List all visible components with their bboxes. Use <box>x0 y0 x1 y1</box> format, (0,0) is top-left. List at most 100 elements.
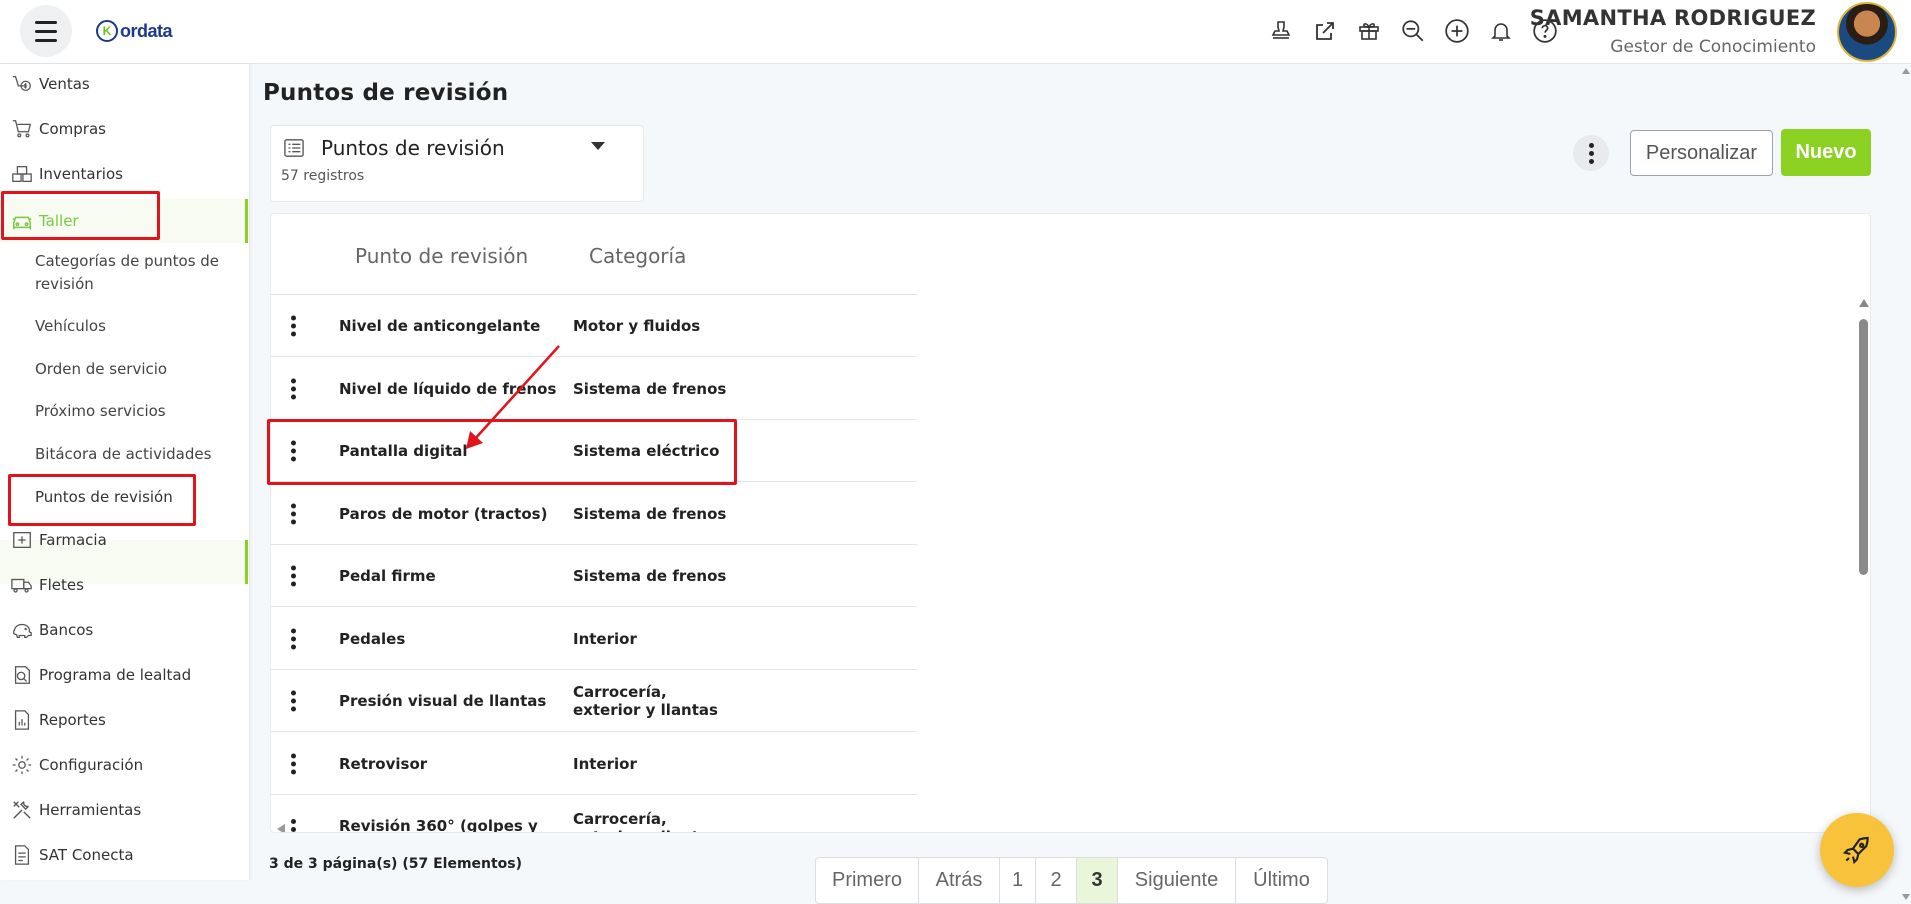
page-scroll-up-icon[interactable] <box>1902 68 1910 74</box>
page-1-button[interactable]: 1 <box>1000 858 1036 903</box>
view-selector[interactable]: Puntos de revisión 57 registros <box>270 125 644 202</box>
page-scrollbar[interactable] <box>1900 64 1911 904</box>
sidebar-subitem-categorias[interactable]: Categorías de puntos de revisión <box>35 250 235 296</box>
sidebar-subitem-proximo-servicios[interactable]: Próximo servicios <box>35 400 235 423</box>
user-name[interactable]: SAMANTHA RODRIGUEZ <box>1530 6 1816 30</box>
cell-categoria: Sistema de frenos <box>573 379 727 398</box>
column-header-punto[interactable]: Punto de revisión <box>355 244 528 268</box>
sidebar-subitem-puntos-revision[interactable]: Puntos de revisión <box>35 486 235 509</box>
cell-categoria: Interior <box>573 629 637 648</box>
page-next-button[interactable]: Siguiente <box>1118 858 1236 903</box>
sidebar-item-ventas[interactable]: Ventas <box>0 64 248 104</box>
cell-categoria: Carrocería, exterior y llantas <box>573 810 718 832</box>
pharmacy-icon <box>9 527 35 553</box>
cell-categoria: Sistema de frenos <box>573 504 727 523</box>
row-menu-icon[interactable] <box>291 378 296 399</box>
gear-icon <box>9 752 35 778</box>
hamburger-menu-button[interactable] <box>20 5 72 57</box>
page-first-button[interactable]: Primero <box>816 858 919 903</box>
table-row[interactable]: Pedales Interior <box>271 608 917 670</box>
sidebar-item-label: SAT Conecta <box>39 846 134 864</box>
sidebar-item-reportes[interactable]: Reportes <box>0 700 248 740</box>
table-row[interactable]: Pedal firme Sistema de frenos <box>271 545 917 607</box>
app-logo[interactable]: K ordata <box>96 20 173 42</box>
cell-punto: Pedal firme <box>339 566 436 585</box>
scroll-left-icon[interactable] <box>277 824 285 832</box>
cell-punto: Nivel de líquido de frenos <box>339 379 557 398</box>
search-zoom-icon[interactable] <box>1398 16 1428 46</box>
cart-icon <box>9 116 35 142</box>
row-menu-icon[interactable] <box>291 565 296 586</box>
sidebar-item-bancos[interactable]: Bancos <box>0 610 248 650</box>
sidebar-subitem-orden-servicio[interactable]: Orden de servicio <box>35 358 235 381</box>
column-header-categoria[interactable]: Categoría <box>589 244 686 268</box>
cell-punto: Nivel de anticongelante <box>339 316 541 335</box>
sidebar-item-inventarios[interactable]: Inventarios <box>0 154 248 194</box>
sidebar-subitem-vehiculos[interactable]: Vehículos <box>35 315 235 338</box>
page-last-button[interactable]: Último <box>1236 858 1327 903</box>
new-button[interactable]: Nuevo <box>1781 129 1871 176</box>
sidebar-item-label: Configuración <box>39 756 144 774</box>
customize-button[interactable]: Personalizar <box>1630 130 1773 176</box>
sidebar-item-lealtad[interactable]: Programa de lealtad <box>0 655 248 695</box>
sidebar-item-herramientas[interactable]: Herramientas <box>0 790 248 830</box>
cell-punto: Pantalla digital <box>339 441 468 460</box>
header-actions <box>1266 16 1560 46</box>
rocket-icon <box>1842 836 1869 865</box>
table-row[interactable]: Nivel de líquido de frenos Sistema de fr… <box>271 358 917 420</box>
stamp-icon[interactable] <box>1266 16 1296 46</box>
cell-punto: Paros de motor (tractos) <box>339 504 548 523</box>
sidebar-subitem-bitacora[interactable]: Bitácora de actividades <box>35 443 235 466</box>
page-scroll-down-icon[interactable] <box>1902 894 1910 900</box>
page-2-button[interactable]: 2 <box>1036 858 1077 903</box>
rocket-help-button[interactable] <box>1820 813 1894 887</box>
list-icon <box>283 138 305 162</box>
scroll-up-icon[interactable] <box>1859 299 1869 307</box>
row-menu-icon[interactable] <box>291 819 296 832</box>
sidebar-item-fletes[interactable]: Fletes <box>0 565 248 605</box>
pagination: Primero Atrás 1 2 3 Siguiente Último <box>815 857 1328 904</box>
page-title: Puntos de revisión <box>263 80 509 106</box>
page-prev-button[interactable]: Atrás <box>919 858 1000 903</box>
external-link-icon[interactable] <box>1310 16 1340 46</box>
truck-icon <box>9 572 35 598</box>
sidebar-item-label: Reportes <box>39 711 106 729</box>
car-icon <box>9 208 35 234</box>
chevron-down-icon[interactable] <box>591 142 605 150</box>
user-role: Gestor de Conocimiento <box>1610 37 1816 57</box>
logo-mark: K <box>96 20 118 42</box>
sidebar-item-farmacia[interactable]: Farmacia <box>0 520 248 560</box>
table-row[interactable]: Nivel de anticongelante Motor y fluidos <box>271 295 917 357</box>
row-menu-icon[interactable] <box>291 628 296 649</box>
tools-icon <box>9 797 35 823</box>
more-options-button[interactable] <box>1573 135 1609 171</box>
sales-icon <box>9 71 35 97</box>
table-row[interactable]: Paros de motor (tractos) Sistema de fren… <box>271 483 917 545</box>
sidebar-item-label: Bancos <box>39 621 94 639</box>
report-icon <box>9 707 35 733</box>
sidebar-item-taller[interactable]: Taller <box>0 199 248 243</box>
row-menu-icon[interactable] <box>291 503 296 524</box>
page-3-button[interactable]: 3 <box>1077 858 1118 903</box>
sidebar-item-sat-conecta[interactable]: SAT Conecta <box>0 835 248 875</box>
sidebar-item-label: Compras <box>39 120 106 138</box>
row-menu-icon[interactable] <box>291 440 296 461</box>
add-circle-icon[interactable] <box>1442 16 1472 46</box>
table-row[interactable]: Retrovisor Interior <box>271 733 917 795</box>
table-row[interactable]: Revisión 360° (golpes y rayones) Carroce… <box>271 795 917 832</box>
row-menu-icon[interactable] <box>291 315 296 336</box>
cell-punto: Pedales <box>339 629 406 648</box>
row-menu-icon[interactable] <box>291 753 296 774</box>
pagination-info: 3 de 3 página(s) (57 Elementos) <box>269 856 523 872</box>
boxes-icon <box>9 161 35 187</box>
sidebar-item-configuracion[interactable]: Configuración <box>0 745 248 785</box>
scrollbar-thumb[interactable] <box>1859 319 1868 575</box>
table-vertical-scrollbar[interactable] <box>1856 299 1870 829</box>
gift-icon[interactable] <box>1354 16 1384 46</box>
avatar[interactable] <box>1837 2 1897 62</box>
table-row[interactable]: Pantalla digital Sistema eléctrico <box>271 420 917 482</box>
sidebar-item-compras[interactable]: Compras <box>0 109 248 149</box>
row-menu-icon[interactable] <box>291 690 296 711</box>
table-row[interactable]: Presión visual de llantas Carrocería, ex… <box>271 670 917 732</box>
bell-icon[interactable] <box>1486 16 1516 46</box>
